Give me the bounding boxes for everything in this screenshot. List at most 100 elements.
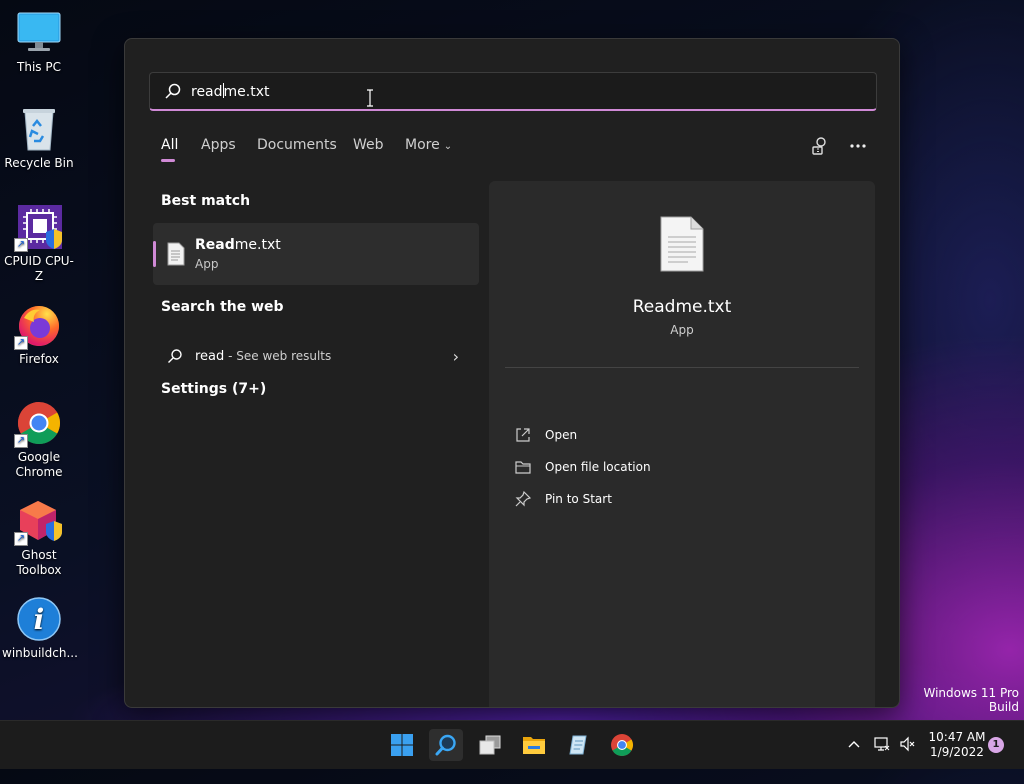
web-query-suffix: - See web results — [224, 349, 332, 363]
search-web-heading: Search the web — [161, 299, 284, 315]
ghost-toolbox-icon: ↗ — [14, 498, 62, 546]
best-match-heading: Best match — [161, 193, 251, 209]
open-external-icon — [516, 428, 530, 442]
tab-more[interactable]: More ⌄ — [405, 137, 452, 153]
windows-watermark: Windows 11 Pro Build — [923, 686, 1019, 714]
action-label: Pin to Start — [545, 492, 612, 506]
desktop-icon-google-chrome[interactable]: ↗ Google Chrome — [2, 400, 76, 480]
web-search-result[interactable]: read - See web results › — [153, 341, 479, 373]
desktop-icon-cpu-z[interactable]: ↗ CPUID CPU-Z — [2, 204, 76, 284]
firefox-icon: ↗ — [14, 302, 62, 350]
action-label: Open — [545, 428, 578, 442]
chevron-right-icon: › — [452, 347, 459, 366]
tab-all[interactable]: All — [161, 137, 179, 162]
search-icon — [168, 349, 182, 364]
text-file-icon — [167, 242, 185, 266]
chevron-up-icon — [848, 741, 860, 748]
windows-logo-icon — [391, 734, 413, 756]
tab-apps[interactable]: Apps — [201, 137, 236, 153]
speaker-muted-icon — [900, 736, 915, 752]
tab-label: Web — [353, 137, 384, 153]
clock-time: 10:47 AM — [928, 730, 986, 744]
person-icon — [812, 137, 826, 155]
folder-icon — [523, 737, 545, 754]
notepad-button[interactable] — [561, 729, 595, 761]
preview-kind: App — [670, 323, 694, 337]
tab-label: More — [405, 137, 440, 153]
result-name: Readme.txt — [195, 237, 281, 253]
start-button[interactable] — [385, 729, 419, 761]
desktop-icon-label: Google Chrome — [15, 450, 63, 479]
cpu-z-icon: ↗ — [14, 204, 62, 252]
preview-title: Readme.txt — [632, 297, 732, 317]
search-input[interactable]: readme.txt — [149, 72, 877, 111]
search-query: readme.txt — [191, 83, 270, 100]
selection-indicator — [153, 241, 156, 267]
ellipsis-icon — [850, 144, 866, 148]
shortcut-arrow-icon: ↗ — [14, 434, 28, 448]
desktop-icon-label: Recycle Bin — [4, 156, 74, 170]
search-icon — [435, 734, 456, 756]
search-panel: readme.txt All Apps Documents Web More ⌄ … — [124, 38, 900, 708]
clock[interactable]: 10:47 AM 1/9/2022 — [928, 730, 986, 760]
web-query-text: read — [195, 349, 225, 364]
result-name-rest: me.txt — [234, 237, 281, 253]
query-after-caret: me.txt — [223, 84, 270, 100]
notification-badge[interactable]: 1 — [988, 737, 1004, 753]
clock-date: 1/9/2022 — [930, 745, 984, 759]
task-view-button[interactable] — [473, 729, 507, 761]
divider — [505, 367, 859, 368]
shortcut-arrow-icon: ↗ — [14, 532, 28, 546]
tab-label: All — [161, 137, 179, 153]
network-button[interactable] — [873, 736, 891, 784]
action-label: Open file location — [545, 460, 651, 474]
show-hidden-icons-button[interactable] — [846, 736, 862, 784]
desktop-icon-this-pc[interactable]: This PC — [2, 10, 76, 75]
desktop-icon-label: This PC — [17, 60, 61, 74]
chevron-down-icon: ⌄ — [443, 141, 453, 152]
shortcut-arrow-icon: ↗ — [14, 238, 28, 252]
search-icon — [165, 83, 181, 99]
file-explorer-button[interactable] — [517, 729, 551, 761]
taskbar-search-button[interactable] — [429, 729, 463, 761]
tab-web[interactable]: Web — [353, 137, 384, 153]
more-options-button[interactable] — [847, 135, 871, 157]
desktop-icon-label: Firefox — [19, 352, 59, 366]
desktop-icon-recycle-bin[interactable]: Recycle Bin — [2, 106, 76, 171]
best-match-result[interactable]: Readme.txt App — [153, 223, 479, 285]
network-icon — [874, 737, 890, 751]
desktop-icon-winbuildchecker[interactable]: i winbuildch... — [2, 596, 78, 661]
web-query: read - See web results — [195, 349, 331, 364]
desktop-icon-ghost-toolbox[interactable]: ↗ Ghost Toolbox — [2, 498, 76, 578]
tab-label: Apps — [201, 137, 236, 153]
watermark-build: Build — [988, 700, 1019, 714]
tab-label: Documents — [257, 137, 337, 153]
folder-icon — [515, 461, 531, 474]
shortcut-arrow-icon: ↗ — [14, 336, 28, 350]
text-file-icon — [660, 216, 704, 272]
chrome-icon: ↗ — [14, 400, 62, 448]
result-kind: App — [195, 257, 219, 271]
tab-documents[interactable]: Documents — [257, 137, 337, 153]
volume-button[interactable] — [899, 736, 917, 784]
result-name-match: Read — [195, 237, 235, 253]
desktop-icon-label: Ghost Toolbox — [16, 548, 62, 577]
chrome-taskbar-button[interactable] — [605, 729, 639, 761]
watermark-edition: Windows 11 Pro — [923, 686, 1019, 700]
recycle-bin-icon — [16, 106, 62, 152]
monitor-icon — [16, 10, 62, 56]
text-cursor-icon — [367, 89, 373, 107]
tab-active-indicator — [161, 159, 175, 162]
desktop-icon-firefox[interactable]: ↗ Firefox — [2, 302, 76, 367]
chrome-icon — [611, 734, 633, 756]
info-icon: i — [16, 596, 62, 642]
settings-heading[interactable]: Settings (7+) — [161, 381, 266, 397]
preview-pane: Readme.txt App Open Open file location P… — [489, 181, 875, 707]
desktop-icon-label: CPUID CPU-Z — [4, 254, 74, 283]
task-view-icon — [479, 735, 501, 755]
taskbar: 10:47 AM 1/9/2022 1 — [0, 720, 1024, 769]
desktop-icon-label: winbuildch... — [2, 646, 78, 660]
query-before-caret: read — [191, 84, 223, 100]
account-switch-button[interactable] — [809, 135, 833, 157]
pin-icon — [515, 491, 531, 507]
